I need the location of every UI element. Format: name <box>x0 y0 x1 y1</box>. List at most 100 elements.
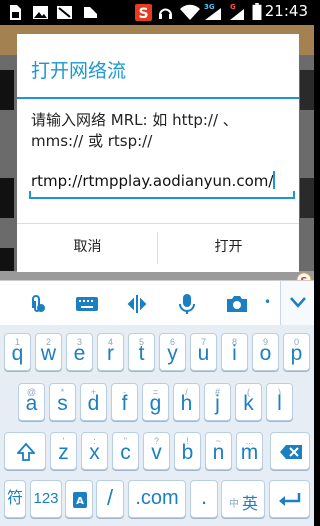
key-i[interactable]: 8i <box>221 333 248 371</box>
keyboard-icon[interactable] <box>75 293 99 315</box>
key-label: z <box>58 441 69 464</box>
key-label: r <box>107 342 114 365</box>
dotcom-key[interactable]: .com <box>128 480 186 518</box>
backspace-icon <box>280 445 302 459</box>
cursor-move-icon[interactable] <box>126 293 148 315</box>
open-network-stream-dialog: 打开网络流 请输入网络 MRL: 如 http:// 、mms:// 或 rts… <box>17 34 299 272</box>
app-list-thumb <box>0 70 14 110</box>
shift-icon <box>17 442 35 461</box>
slash-key[interactable]: / <box>96 480 124 518</box>
key-label: k <box>243 392 254 415</box>
slash-key-label: / <box>106 485 114 510</box>
key-label: a <box>25 392 38 415</box>
number-key[interactable]: 123 <box>30 480 62 518</box>
key-r[interactable]: 4r <box>97 333 124 371</box>
key-g[interactable]: = g <box>142 383 169 421</box>
image-icon <box>33 6 48 19</box>
key-label: j <box>215 392 220 415</box>
signal-3g-icon <box>205 8 221 20</box>
key-m[interactable]: ... m <box>236 432 263 470</box>
key-n[interactable]: ~ n <box>205 432 232 470</box>
key-h[interactable]: / h <box>173 383 200 421</box>
input-underline <box>29 197 295 199</box>
period-key[interactable]: . <box>190 480 218 518</box>
app-list-thumb <box>0 248 14 272</box>
text-cursor <box>273 171 276 189</box>
language-switch-key[interactable]: 中 英 <box>221 480 265 518</box>
app-list-thumb <box>300 178 314 218</box>
key-y[interactable]: 6y <box>159 333 186 371</box>
status-bar: S 3G G 21:43 <box>0 0 314 25</box>
key-l[interactable]: ) l <box>266 383 293 421</box>
sd-card-icon <box>84 7 97 18</box>
svg-text:S: S <box>138 6 148 21</box>
signal-g-icon <box>230 9 244 20</box>
period-key-label: . <box>200 484 208 509</box>
key-label: i <box>232 342 237 365</box>
headset-icon <box>159 8 172 19</box>
key-x[interactable]: :x <box>81 432 108 470</box>
more-tools-icon[interactable]: • <box>264 295 271 309</box>
svg-text:A: A <box>76 496 84 507</box>
wifi-icon <box>180 4 200 20</box>
key-b[interactable]: ! b <box>174 432 201 470</box>
camera-icon[interactable] <box>225 293 249 315</box>
keyboard-toolbar: • <box>0 280 314 325</box>
key-o[interactable]: 9o <box>252 333 279 371</box>
key-label: w <box>40 342 57 365</box>
emoji-key[interactable]: A <box>65 480 93 518</box>
symbol-key[interactable]: 符 <box>4 480 26 518</box>
open-button[interactable]: 打开 <box>158 224 299 273</box>
dialog-title: 打开网络流 <box>31 60 127 82</box>
key-k[interactable]: (k <box>235 383 262 421</box>
lang-english-label: 英 <box>242 496 259 513</box>
key-label: p <box>290 342 303 365</box>
key-d[interactable]: + d <box>80 383 107 421</box>
clip-icon[interactable] <box>26 293 48 315</box>
key-w[interactable]: 2w <box>35 333 62 371</box>
app-list-thumb <box>300 70 314 110</box>
key-q[interactable]: 1q <box>4 333 31 371</box>
key-label: c <box>120 441 131 464</box>
key-label: d <box>87 392 100 415</box>
enter-key[interactable] <box>269 480 310 518</box>
enter-icon <box>279 493 301 506</box>
title-divider <box>17 97 299 99</box>
key-s[interactable]: * s <box>49 383 76 421</box>
microphone-icon[interactable] <box>176 293 198 315</box>
key-a[interactable]: @ a <box>18 383 45 421</box>
dialog-button-bar: 取消 打开 <box>17 223 299 272</box>
shift-key[interactable] <box>4 432 46 470</box>
key-p[interactable]: 0p <box>283 333 310 371</box>
key-e[interactable]: 3e <box>66 333 93 371</box>
key-label: e <box>73 342 86 365</box>
key-v[interactable]: ? v <box>143 432 170 470</box>
key-label: n <box>212 441 225 464</box>
dotcom-key-label: .com <box>135 487 179 509</box>
key-label: y <box>167 342 178 365</box>
key-label: q <box>11 342 24 365</box>
key-label: x <box>89 441 100 464</box>
cancel-button[interactable]: 取消 <box>17 224 158 273</box>
key-z[interactable]: ' z <box>50 432 77 470</box>
mrl-input-value: rtmp://rtmpplay.aodianyun.com/ <box>31 172 274 190</box>
key-f[interactable]: -f <box>111 383 138 421</box>
key-j[interactable]: # j <box>204 383 231 421</box>
key-label: l <box>277 392 282 415</box>
collapse-keyboard-button[interactable] <box>280 281 314 325</box>
key-u[interactable]: 7u <box>190 333 217 371</box>
dialog-message: 请输入网络 MRL: 如 http:// 、mms:// 或 rtsp:// <box>31 111 238 150</box>
key-t[interactable]: 5t <box>128 333 155 371</box>
sim-card-icon <box>10 5 21 20</box>
key-label: v <box>151 441 162 464</box>
backspace-key[interactable] <box>270 432 310 470</box>
key-c[interactable]: " c <box>112 432 139 470</box>
soft-keyboard: 1q2w3e4r5t6y7u8i9o0p @ a * s + d - f = g / h # j(k) l … <box>0 325 314 526</box>
key-label: o <box>259 342 272 365</box>
key-label: u <box>197 342 210 365</box>
key-label: h <box>180 392 193 415</box>
key-label: m <box>240 441 259 464</box>
mrl-input[interactable]: rtmp://rtmpplay.aodianyun.com/ <box>29 171 295 199</box>
clock: 21:43 <box>264 2 308 20</box>
symbol-key-label: 符 <box>6 490 23 507</box>
